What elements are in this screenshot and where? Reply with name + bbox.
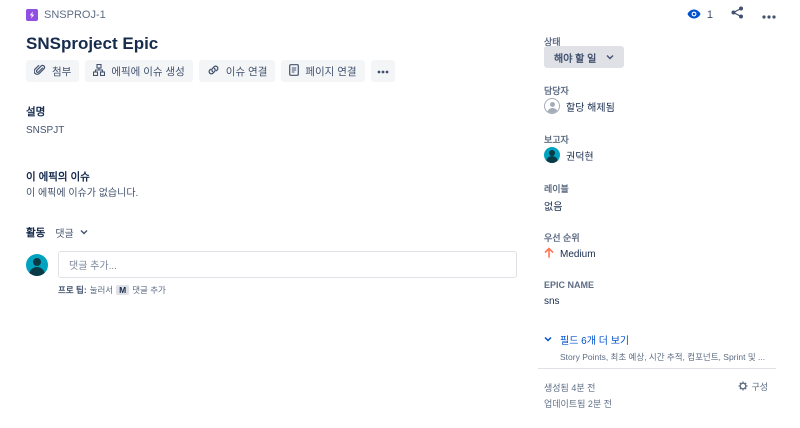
sidebar-divider bbox=[538, 368, 776, 369]
chevron-down-icon bbox=[80, 227, 88, 238]
reporter-label: 보고자 bbox=[544, 135, 569, 145]
attach-label: 첨부 bbox=[52, 65, 72, 78]
description-heading: 설명 bbox=[26, 106, 46, 118]
more-fields-summary: Story Points, 최초 예상, 시간 추적, 컴포넌트, Sprint… bbox=[560, 352, 766, 362]
breadcrumb[interactable]: SNSPROJ-1 bbox=[26, 9, 106, 21]
more-icon bbox=[377, 65, 389, 77]
more-actions-button[interactable] bbox=[762, 6, 776, 24]
priority-label: 우선 순위 bbox=[544, 233, 580, 243]
configure-label: 구성 bbox=[751, 382, 768, 392]
status-value: 해야 할 일 bbox=[554, 53, 597, 65]
unassigned-avatar bbox=[544, 98, 560, 114]
page-icon bbox=[289, 63, 300, 79]
tip-key: M bbox=[116, 285, 130, 295]
link-page-button[interactable]: 페이지 연결 bbox=[281, 60, 365, 82]
create-issue-in-epic-button[interactable]: 에픽에 이슈 생성 bbox=[85, 60, 193, 82]
tip-suffix: 댓글 추가 bbox=[132, 285, 166, 295]
activity-filter-value: 댓글 bbox=[55, 229, 74, 240]
epic-issues-empty: 이 에픽에 이슈가 없습니다. bbox=[26, 188, 139, 199]
configure-button[interactable]: 구성 bbox=[738, 380, 768, 393]
updated-timestamp: 업데이트됨 2분 전 bbox=[544, 399, 612, 409]
tip-press: 눌러서 bbox=[89, 285, 114, 295]
priority-field[interactable]: Medium bbox=[544, 247, 596, 261]
issue-title[interactable]: SNSproject Epic bbox=[26, 34, 158, 54]
current-user-avatar bbox=[26, 254, 48, 276]
link-issue-button[interactable]: 이슈 연결 bbox=[198, 60, 276, 82]
assignee-value: 할당 해제됨 bbox=[566, 102, 615, 114]
epic-name-label: EPIC NAME bbox=[544, 280, 595, 290]
priority-medium-icon bbox=[544, 247, 554, 261]
priority-value: Medium bbox=[560, 248, 596, 260]
labels-value[interactable]: 없음 bbox=[544, 198, 562, 213]
epic-issues-heading: 이 에픽의 이슈 bbox=[26, 171, 90, 183]
chevron-down-icon bbox=[544, 334, 552, 345]
eye-icon bbox=[687, 9, 701, 22]
reporter-field[interactable]: 권덕현 bbox=[544, 147, 594, 163]
epic-icon bbox=[26, 9, 38, 21]
reporter-avatar bbox=[544, 147, 560, 163]
activity-header: 활동 댓글 bbox=[26, 225, 88, 240]
add-comment-input[interactable]: 댓글 추가... bbox=[58, 251, 517, 278]
show-more-fields-button[interactable]: 필드 6개 더 보기 Story Points, 최초 예상, 시간 추적, 컴… bbox=[544, 332, 765, 363]
breadcrumb-issue-key[interactable]: SNSPROJ-1 bbox=[44, 9, 106, 21]
watch-button[interactable]: 1 bbox=[687, 9, 713, 22]
more-fields-label: 필드 6개 더 보기 bbox=[560, 336, 630, 347]
link-page-label: 페이지 연결 bbox=[305, 65, 357, 78]
chevron-down-icon bbox=[606, 52, 614, 63]
create-issue-in-epic-label: 에픽에 이슈 생성 bbox=[111, 65, 185, 78]
gear-icon bbox=[738, 381, 748, 393]
attach-button[interactable]: 첨부 bbox=[26, 60, 80, 82]
assignee-field[interactable]: 할당 해제됨 bbox=[544, 98, 615, 114]
reporter-value: 권덕현 bbox=[566, 151, 594, 163]
share-button[interactable] bbox=[731, 6, 744, 24]
watch-count: 1 bbox=[706, 9, 713, 21]
created-timestamp: 생성됨 4분 전 bbox=[544, 383, 596, 393]
share-icon bbox=[731, 6, 744, 24]
header-actions: 1 bbox=[687, 6, 776, 24]
link-issue-label: 이슈 연결 bbox=[225, 65, 268, 78]
assignee-label: 담당자 bbox=[544, 86, 569, 96]
link-icon bbox=[207, 64, 220, 79]
epic-name-value[interactable]: sns bbox=[544, 296, 560, 307]
issue-toolbar: 첨부 에픽에 이슈 생성 이슈 연결 페이지 연결 bbox=[26, 60, 395, 82]
labels-label: 레이블 bbox=[544, 184, 569, 194]
activity-heading: 활동 bbox=[26, 227, 46, 239]
tip-prefix: 프로 팁: bbox=[58, 285, 87, 295]
paperclip-icon bbox=[33, 64, 46, 79]
toolbar-more-button[interactable] bbox=[370, 60, 395, 82]
activity-filter-select[interactable]: 댓글 bbox=[55, 225, 88, 240]
comment-pro-tip: 프로 팁: 눌러서 M 댓글 추가 bbox=[58, 284, 166, 296]
status-dropdown[interactable]: 해야 할 일 bbox=[544, 46, 625, 68]
description-text[interactable]: SNSPJT bbox=[26, 125, 64, 136]
hierarchy-icon bbox=[93, 63, 106, 79]
more-icon bbox=[762, 6, 776, 24]
